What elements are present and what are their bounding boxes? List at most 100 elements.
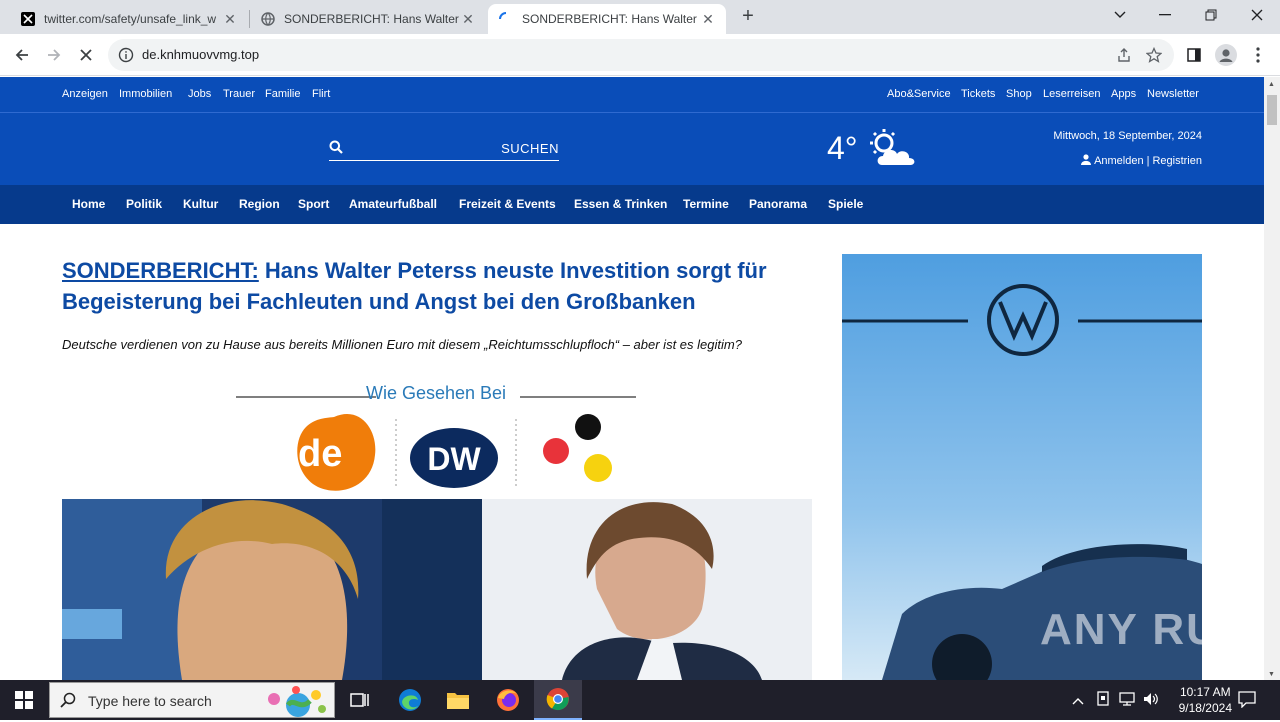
close-tab-icon[interactable]: ✕: [460, 11, 476, 27]
tab-sonderbericht-active[interactable]: SONDERBERICHT: Hans Walter P ✕: [488, 4, 726, 34]
url-text[interactable]: de.knhmuovvmg.top: [142, 47, 259, 62]
volume-icon[interactable]: [1142, 691, 1160, 712]
nav-politik[interactable]: Politik: [126, 197, 162, 211]
loading-spinner-icon: [498, 11, 514, 27]
site-search[interactable]: SUCHEN: [329, 137, 559, 161]
network-icon[interactable]: [1118, 691, 1136, 712]
partly-cloudy-icon: [866, 127, 920, 176]
login-link[interactable]: Anmelden: [1094, 155, 1144, 167]
login-divider: |: [1146, 155, 1150, 167]
nav-home[interactable]: Home: [72, 197, 105, 211]
top-link-newsletter[interactable]: Newsletter: [1147, 88, 1199, 100]
close-tab-icon[interactable]: ✕: [222, 11, 238, 27]
top-link-familie[interactable]: Familie: [265, 88, 300, 100]
web-page: Anzeigen Immobilien Jobs Trauer Familie …: [0, 77, 1264, 680]
tab-title: SONDERBERICHT: Hans Walter P: [284, 12, 460, 26]
tab-title: twitter.com/safety/unsafe_link_w: [44, 12, 217, 26]
globe-icon: [260, 11, 276, 27]
top-link-apps[interactable]: Apps: [1111, 88, 1136, 100]
restore-icon[interactable]: [1197, 4, 1225, 26]
as-seen-title: Wie Gesehen Bei: [365, 383, 507, 403]
current-date: Mittwoch, 18 September, 2024: [1053, 130, 1202, 142]
file-explorer-icon[interactable]: [434, 680, 482, 720]
close-window-icon[interactable]: [1243, 4, 1271, 26]
page-scrollbar[interactable]: ▲ ▼: [1264, 77, 1280, 680]
top-link-trauer[interactable]: Trauer: [223, 88, 255, 100]
scroll-up-arrow-icon[interactable]: ▲: [1268, 81, 1275, 88]
dw-logo: DW: [427, 441, 481, 477]
tab-strip: twitter.com/safety/unsafe_link_w ✕ SONDE…: [0, 0, 1280, 34]
windows-start-icon[interactable]: [0, 680, 48, 720]
main-nav: Home Politik Kultur Region Sport Amateur…: [0, 185, 1264, 224]
nav-freizeit-events[interactable]: Freizeit & Events: [459, 197, 556, 211]
weather-temperature: 4°: [827, 130, 858, 166]
top-link-flirt[interactable]: Flirt: [312, 88, 330, 100]
share-icon[interactable]: [1116, 47, 1132, 68]
nav-panorama[interactable]: Panorama: [749, 197, 807, 211]
top-link-abo-service[interactable]: Abo&Service: [887, 88, 951, 100]
show-hidden-icons-chevron-icon[interactable]: [1072, 692, 1084, 710]
login-area: Anmelden | Registrien: [1081, 154, 1202, 168]
nav-sport[interactable]: Sport: [298, 197, 329, 211]
minimize-icon[interactable]: [1151, 4, 1179, 26]
tab-search-icon[interactable]: [1106, 4, 1134, 26]
clock-date: 9/18/2024: [1178, 701, 1232, 715]
firefox-icon[interactable]: [484, 680, 532, 720]
as-seen-on-banner: Wie Gesehen Bei de DW: [236, 383, 636, 501]
top-link-anzeigen[interactable]: Anzeigen: [62, 88, 108, 100]
nav-termine[interactable]: Termine: [683, 197, 729, 211]
article-photo: [62, 499, 812, 680]
site-header: SUCHEN 4° Mittwoch, 18 September, 2024 A…: [0, 113, 1264, 185]
tab-title: SONDERBERICHT: Hans Walter P: [522, 12, 700, 26]
close-tab-icon[interactable]: ✕: [700, 11, 716, 27]
notification-center-icon[interactable]: [1238, 690, 1256, 713]
stop-loading-icon[interactable]: [74, 43, 98, 67]
x-logo-icon: [20, 11, 36, 27]
search-highlight-globe-icon: [260, 685, 330, 722]
top-link-leserreisen[interactable]: Leserreisen: [1043, 88, 1100, 100]
new-tab-button[interactable]: +: [738, 6, 758, 27]
side-panel-icon[interactable]: [1182, 43, 1206, 67]
bookmark-star-icon[interactable]: [1145, 46, 1163, 68]
browser-toolbar: de.knhmuovvmg.top: [0, 34, 1280, 76]
search-icon[interactable]: [329, 140, 343, 159]
task-view-icon[interactable]: [336, 680, 384, 720]
nav-region[interactable]: Region: [239, 197, 280, 211]
chrome-icon[interactable]: [534, 680, 582, 720]
top-link-tickets[interactable]: Tickets: [961, 88, 995, 100]
nav-kultur[interactable]: Kultur: [183, 197, 218, 211]
address-bar[interactable]: de.knhmuovvmg.top: [108, 39, 1174, 71]
article-headline: SONDERBERICHT: Hans Walter Peterss neust…: [62, 255, 822, 317]
service-bar: Anzeigen Immobilien Jobs Trauer Familie …: [0, 77, 1264, 113]
nav-spiele[interactable]: Spiele: [828, 197, 863, 211]
scrollbar-thumb[interactable]: [1267, 95, 1277, 125]
device-icon[interactable]: [1096, 691, 1110, 712]
profile-avatar-icon[interactable]: [1214, 43, 1238, 67]
taskbar-search-box[interactable]: Type here to search: [49, 682, 335, 718]
site-info-icon[interactable]: [118, 47, 134, 68]
tab-twitter[interactable]: twitter.com/safety/unsafe_link_w ✕: [10, 4, 248, 34]
clock-time: 10:17 AM: [1179, 685, 1231, 699]
top-link-immobilien[interactable]: Immobilien: [119, 88, 172, 100]
back-arrow-icon[interactable]: [10, 43, 34, 67]
search-icon: [60, 692, 76, 713]
headline-kicker-link[interactable]: SONDERBERICHT:: [62, 258, 259, 283]
top-link-jobs[interactable]: Jobs: [188, 88, 211, 100]
register-link[interactable]: Registrien: [1152, 155, 1202, 167]
anyrun-watermark: ANY RUN: [1040, 605, 1254, 654]
user-icon: [1081, 154, 1092, 168]
forward-arrow-icon[interactable]: [42, 43, 66, 67]
tab-sonderbericht-1[interactable]: SONDERBERICHT: Hans Walter P ✕: [250, 4, 486, 34]
menu-kebab-icon[interactable]: [1246, 43, 1270, 67]
edge-icon[interactable]: [386, 680, 434, 720]
nav-essen-trinken[interactable]: Essen & Trinken: [574, 197, 667, 211]
taskbar-search-placeholder: Type here to search: [88, 693, 212, 709]
system-clock[interactable]: 10:17 AM 9/18/2024: [1179, 684, 1232, 716]
article-subline: Deutsche verdienen von zu Hause aus bere…: [62, 337, 742, 352]
de-logo: de: [298, 433, 343, 475]
scroll-down-arrow-icon[interactable]: ▼: [1268, 671, 1275, 678]
windows-taskbar: Type here to search 10:17 AM 9/18/2024: [0, 680, 1280, 720]
nav-amateurfussball[interactable]: Amateurfußball: [349, 197, 437, 211]
search-button[interactable]: SUCHEN: [501, 141, 559, 156]
top-link-shop[interactable]: Shop: [1006, 88, 1032, 100]
